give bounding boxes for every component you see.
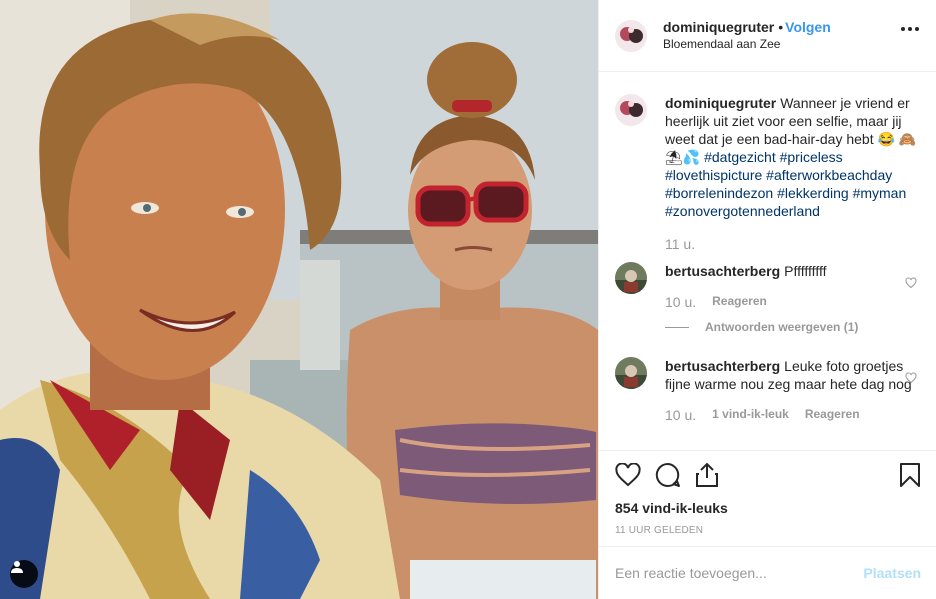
instagram-post: dominiquegruter • Volgen Bloemendaal aan Z… [0,0,936,599]
post-comment-button[interactable]: Plaatsen [863,565,921,581]
avatar-image [615,19,647,52]
caption-meta: 11 u. [665,236,921,252]
ellipsis-icon [915,27,919,31]
caption-body: dominiquegruter Wanneer je vriend er heer… [665,94,921,220]
bookmark-icon [900,463,920,487]
view-replies-button[interactable]: Antwoorden weergeven (1) [665,320,858,334]
like-comment-button[interactable] [905,276,917,292]
post-photo[interactable] [0,0,598,599]
like-comment-button[interactable] [905,371,917,387]
comments-list[interactable]: dominiquegruter Wanneer je vriend er heer… [599,72,936,450]
user-icon [11,561,23,573]
header-text: dominiquegruter • Volgen Bloemendaal aan Z… [663,19,831,53]
comment-item: bertusachterberg Leuke foto groetjes fijn… [615,357,921,423]
comment-username[interactable]: bertusachterberg [665,263,780,279]
location-link[interactable]: Bloemendaal aan Zee [663,36,831,53]
share-icon [696,462,718,487]
follow-button[interactable]: Volgen [785,19,831,35]
post-header: dominiquegruter • Volgen Bloemendaal aan Z… [599,0,936,72]
caption-hashtags[interactable]: #datgezicht #priceless #lovethispicture … [665,149,906,219]
comment-meta: 10 u. 1 vind-ik-leuk Reageren [665,407,921,423]
comment-input[interactable] [615,565,864,581]
ellipsis-icon [908,27,912,31]
comment-meta: 10 u. Reageren [665,294,921,310]
caption-entry: dominiquegruter Wanneer je vriend er heer… [615,94,921,252]
avatar-image [615,357,647,389]
more-options-button[interactable] [901,27,919,31]
like-button[interactable] [615,455,655,495]
comment-button[interactable] [655,455,695,495]
share-button[interactable] [695,455,735,495]
commenter-avatar[interactable] [615,357,647,389]
heart-icon [615,463,641,487]
avatar-image [615,262,647,294]
avatar-image [615,94,647,126]
post-actions: 854 vind-ik-leuks 11 UUR GELEDEN [599,450,936,536]
save-button[interactable] [881,455,921,495]
author-avatar[interactable] [615,19,647,52]
caption-avatar[interactable] [615,94,647,126]
reply-button[interactable]: Reageren [712,294,767,310]
selfie-illustration [0,0,598,599]
author-username[interactable]: dominiquegruter [663,19,774,35]
commenter-avatar[interactable] [615,262,647,294]
caption-time[interactable]: 11 u. [665,236,695,252]
comment-likes-button[interactable]: 1 vind-ik-leuk [712,407,789,423]
heart-icon [905,372,917,384]
tagged-users-button[interactable] [10,560,38,588]
action-icons [615,451,921,499]
add-comment-bar: Plaatsen [599,546,936,599]
comment-body: bertusachterberg Leuke foto groetjes fijn… [665,357,921,393]
caption-username[interactable]: dominiquegruter [665,95,776,111]
separator-dot: • [778,18,784,35]
heart-icon [905,277,917,289]
comment-time[interactable]: 10 u. [665,407,696,423]
comment-text: Pfffffffff [784,263,827,279]
likes-count[interactable]: 854 vind-ik-leuks [615,499,921,517]
comment-username[interactable]: bertusachterberg [665,358,780,374]
view-replies-label: Antwoorden weergeven (1) [705,320,859,334]
comment-body: bertusachterberg Pfffffffff [665,262,921,280]
post-timestamp[interactable]: 11 UUR GELEDEN [615,525,921,536]
comment-time[interactable]: 10 u. [665,294,696,310]
reply-button[interactable]: Reageren [805,407,860,423]
comment-icon [655,462,680,487]
replies-divider [665,326,689,328]
comment-item: bertusachterberg Pfffffffff 10 u. Reagere… [615,262,921,310]
post-side-panel: dominiquegruter • Volgen Bloemendaal aan Z… [598,0,936,599]
ellipsis-icon [901,27,905,31]
